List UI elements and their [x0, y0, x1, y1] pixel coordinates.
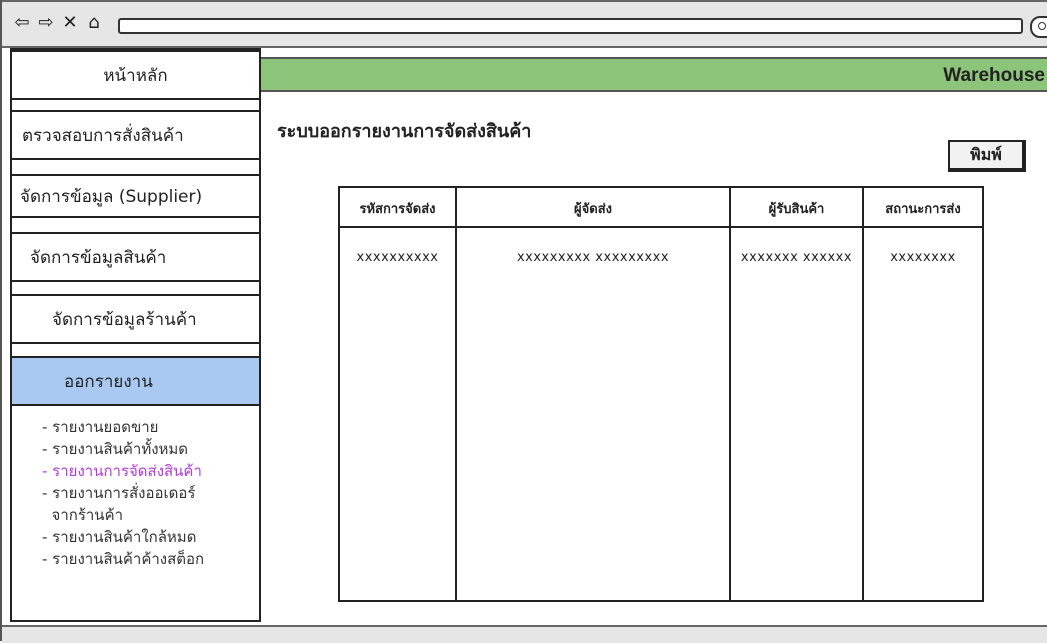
table-cell: xxxxxxxxx xxxxxxxxx — [516, 250, 670, 265]
sidebar-item-label: ออกรายงาน — [64, 371, 153, 392]
table-cell: xxxxxxxx — [890, 250, 956, 265]
shipping-report-table: รหัสการจัดส่ง ผู้จัดส่ง ผู้รับสินค้า สถา… — [338, 186, 984, 602]
submenu-item-shipping[interactable]: - รายงานการจัดส่งสินค้า — [42, 460, 204, 482]
sidebar-item-stores[interactable]: จัดการข้อมูลร้านค้า — [12, 294, 259, 344]
sidebar-item-supplier[interactable]: จัดการข้อมูล (Supplier) — [12, 174, 259, 218]
sidebar-item-label: จัดการข้อมูลสินค้า — [30, 247, 167, 268]
brand-label: Warehouse — [943, 65, 1045, 86]
sidebar-item-label: หน้าหลัก — [103, 65, 168, 86]
sidebar-item-home[interactable]: หน้าหลัก — [12, 50, 259, 100]
back-arrow-icon[interactable]: ⇦ — [12, 13, 32, 33]
sidebar-item-label: จัดการข้อมูลร้านค้า — [52, 309, 197, 330]
column-header-receiver: ผู้รับสินค้า — [768, 202, 825, 217]
sidebar-item-products[interactable]: จัดการข้อมูลสินค้า — [12, 232, 259, 282]
browser-window: ⇦ ⇨ ✕ ⌂ Warehouse หน้าหลัก ตรวจสอบการสั่… — [0, 0, 1047, 643]
sidebar: หน้าหลัก ตรวจสอบการสั่งสินค้า จัดการข้อม… — [10, 48, 261, 622]
address-bar[interactable] — [118, 18, 1023, 34]
sidebar-item-reports[interactable]: ออกรายงาน — [12, 356, 259, 406]
column-header-status: สถานะการส่ง — [885, 202, 961, 217]
table-cell: xxxxxxx xxxxxx — [740, 250, 853, 265]
app-header: Warehouse — [261, 57, 1047, 92]
sidebar-item-label: ตรวจสอบการสั่งสินค้า — [22, 125, 184, 146]
column-header-shipper: ผู้จัดส่ง — [574, 202, 612, 217]
submenu-item-low-stock[interactable]: - รายงานสินค้าใกล้หมด — [42, 526, 204, 548]
sidebar-item-order-check[interactable]: ตรวจสอบการสั่งสินค้า — [12, 110, 259, 160]
report-submenu: - รายงานยอดขาย - รายงานสินค้าทั้งหมด - ร… — [42, 416, 204, 570]
column-header-shipment-id: รหัสการจัดส่ง — [359, 202, 436, 217]
forward-arrow-icon[interactable]: ⇨ — [36, 13, 56, 33]
submenu-item-store-orders[interactable]: - รายงานการสั่งออเดอร์ — [42, 482, 204, 504]
table-cell: xxxxxxxxxx — [356, 250, 439, 265]
print-button[interactable]: พิมพ์ — [948, 140, 1026, 172]
page-title: ระบบออกรายงานการจัดส่งสินค้า — [277, 121, 532, 142]
home-icon[interactable]: ⌂ — [84, 13, 104, 33]
browser-toolbar: ⇦ ⇨ ✕ ⌂ — [2, 0, 1047, 48]
submenu-item-sales[interactable]: - รายงานยอดขาย — [42, 416, 204, 438]
close-icon[interactable]: ✕ — [60, 13, 80, 33]
submenu-item-overstock[interactable]: - รายงานสินค้าค้างสต็อก — [42, 548, 204, 570]
submenu-item-store-orders-cont[interactable]: จากร้านค้า — [42, 504, 204, 526]
header-divider — [340, 226, 982, 228]
browser-status-bar — [2, 625, 1047, 643]
search-icon[interactable] — [1030, 16, 1047, 38]
submenu-item-all-products[interactable]: - รายงานสินค้าทั้งหมด — [42, 438, 204, 460]
sidebar-item-label: จัดการข้อมูล (Supplier) — [20, 186, 203, 207]
